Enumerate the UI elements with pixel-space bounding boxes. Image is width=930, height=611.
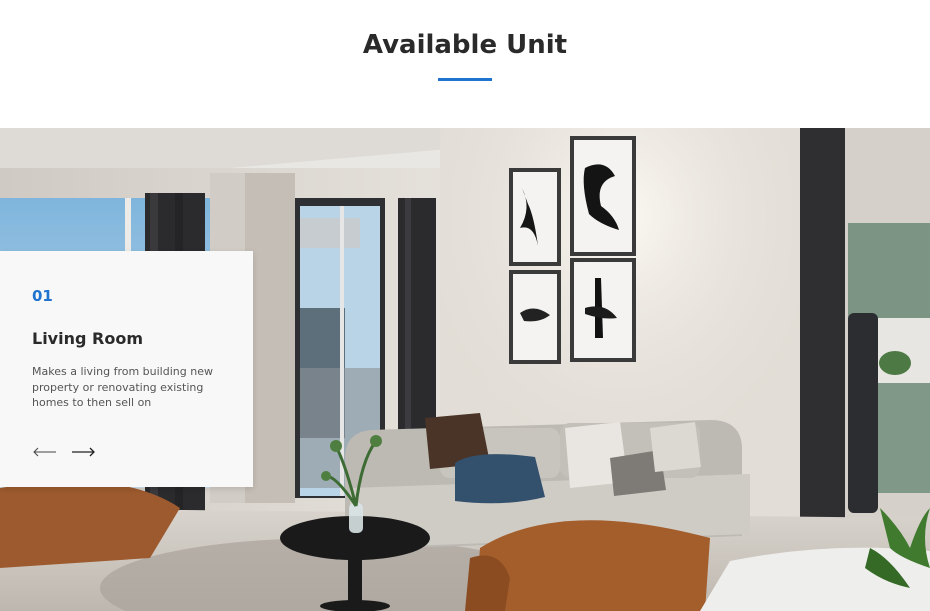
section-title: Available Unit xyxy=(362,30,568,60)
arrow-right-icon xyxy=(72,447,95,457)
wall-art xyxy=(509,136,636,364)
next-slide-button[interactable] xyxy=(70,442,96,462)
slide-number: 01 xyxy=(32,287,53,305)
arrow-left-icon xyxy=(33,447,56,457)
unit-title: Living Room xyxy=(32,329,143,348)
hero-slider: 01 Living Room Makes a living from build… xyxy=(0,128,930,611)
unit-description: Makes a living from building new propert… xyxy=(32,365,213,409)
title-underline xyxy=(438,78,492,81)
section-header: Available Unit xyxy=(0,0,930,128)
prev-slide-button[interactable] xyxy=(32,442,58,462)
unit-info-card: 01 Living Room Makes a living from build… xyxy=(0,251,253,487)
